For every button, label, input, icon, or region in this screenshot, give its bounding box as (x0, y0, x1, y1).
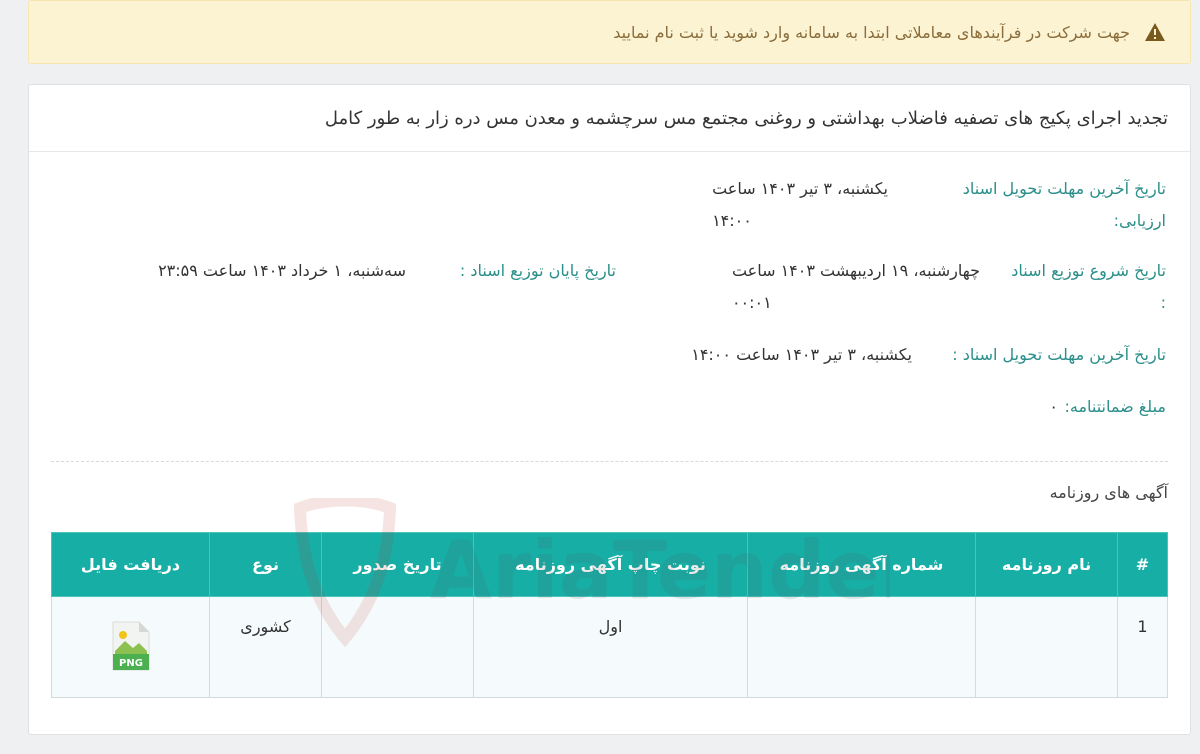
guarantee-label: مبلغ ضمانتنامه: (1064, 397, 1166, 416)
alert-text: جهت شرکت در فرآیندهای معاملاتی ابتدا به … (613, 22, 1130, 42)
row-newspaper (975, 596, 1118, 698)
section-divider (51, 461, 1168, 462)
doc-deadline-label: تاریخ آخرین مهلت تحویل اسناد : (952, 345, 1166, 364)
col-file-header: دریافت فایل (51, 532, 210, 597)
png-label: PNG (119, 658, 143, 669)
col-index-header: # (1117, 532, 1168, 597)
row-index: 1 (1117, 596, 1168, 698)
row-print-round: اول (473, 596, 748, 698)
dist-end-label: تاریخ پایان توزیع اسناد : (459, 261, 616, 280)
png-file-icon[interactable]: PNG (111, 621, 151, 675)
tender-card: تجدید اجرای پکیج های تصفیه فاضلاب بهداشت… (28, 84, 1191, 735)
ads-table: # نام روزنامه شماره آگهی روزنامه نوبت چا… (51, 532, 1168, 698)
eval-deadline-value: یکشنبه، ۳ تیر ۱۴۰۳ ساعت ۱۴:۰۰ (712, 179, 888, 230)
row-type: کشوری (209, 596, 322, 698)
row-issue-date (321, 596, 474, 698)
col-ad-number-header: شماره آگهی روزنامه (747, 532, 976, 597)
ads-section-title: آگهی های روزنامه (1049, 483, 1168, 502)
guarantee-value: ۰ (1049, 397, 1058, 416)
row-file: PNG (51, 596, 210, 698)
col-newspaper-header: نام روزنامه (975, 532, 1118, 597)
col-print-round-header: نوبت چاپ آگهی روزنامه (473, 532, 748, 597)
login-alert: جهت شرکت در فرآیندهای معاملاتی ابتدا به … (28, 0, 1191, 64)
tender-title: تجدید اجرای پکیج های تصفیه فاضلاب بهداشت… (29, 85, 1190, 152)
eval-deadline-label: تاریخ آخرین مهلت تحویل اسناد ارزیابی: (962, 179, 1166, 230)
doc-deadline-value: یکشنبه، ۳ تیر ۱۴۰۳ ساعت ۱۴:۰۰ (691, 345, 912, 364)
dist-start-label: تاریخ شروع توزیع اسناد : (1011, 261, 1166, 312)
col-issue-date-header: تاریخ صدور (321, 532, 474, 597)
col-type-header: نوع (209, 532, 322, 597)
dist-start-value: چهارشنبه، ۱۹ اردیبهشت ۱۴۰۳ ساعت ۰۰:۰۱ (731, 261, 980, 312)
table-row: 1 اول کشوری PNG (51, 596, 1168, 698)
dist-end-value: سه‌شنبه، ۱ خرداد ۱۴۰۳ ساعت ۲۳:۵۹ (158, 261, 406, 280)
ads-table-header: # نام روزنامه شماره آگهی روزنامه نوبت چا… (51, 532, 1168, 597)
row-ad-number (747, 596, 976, 698)
warning-icon (1144, 22, 1166, 42)
